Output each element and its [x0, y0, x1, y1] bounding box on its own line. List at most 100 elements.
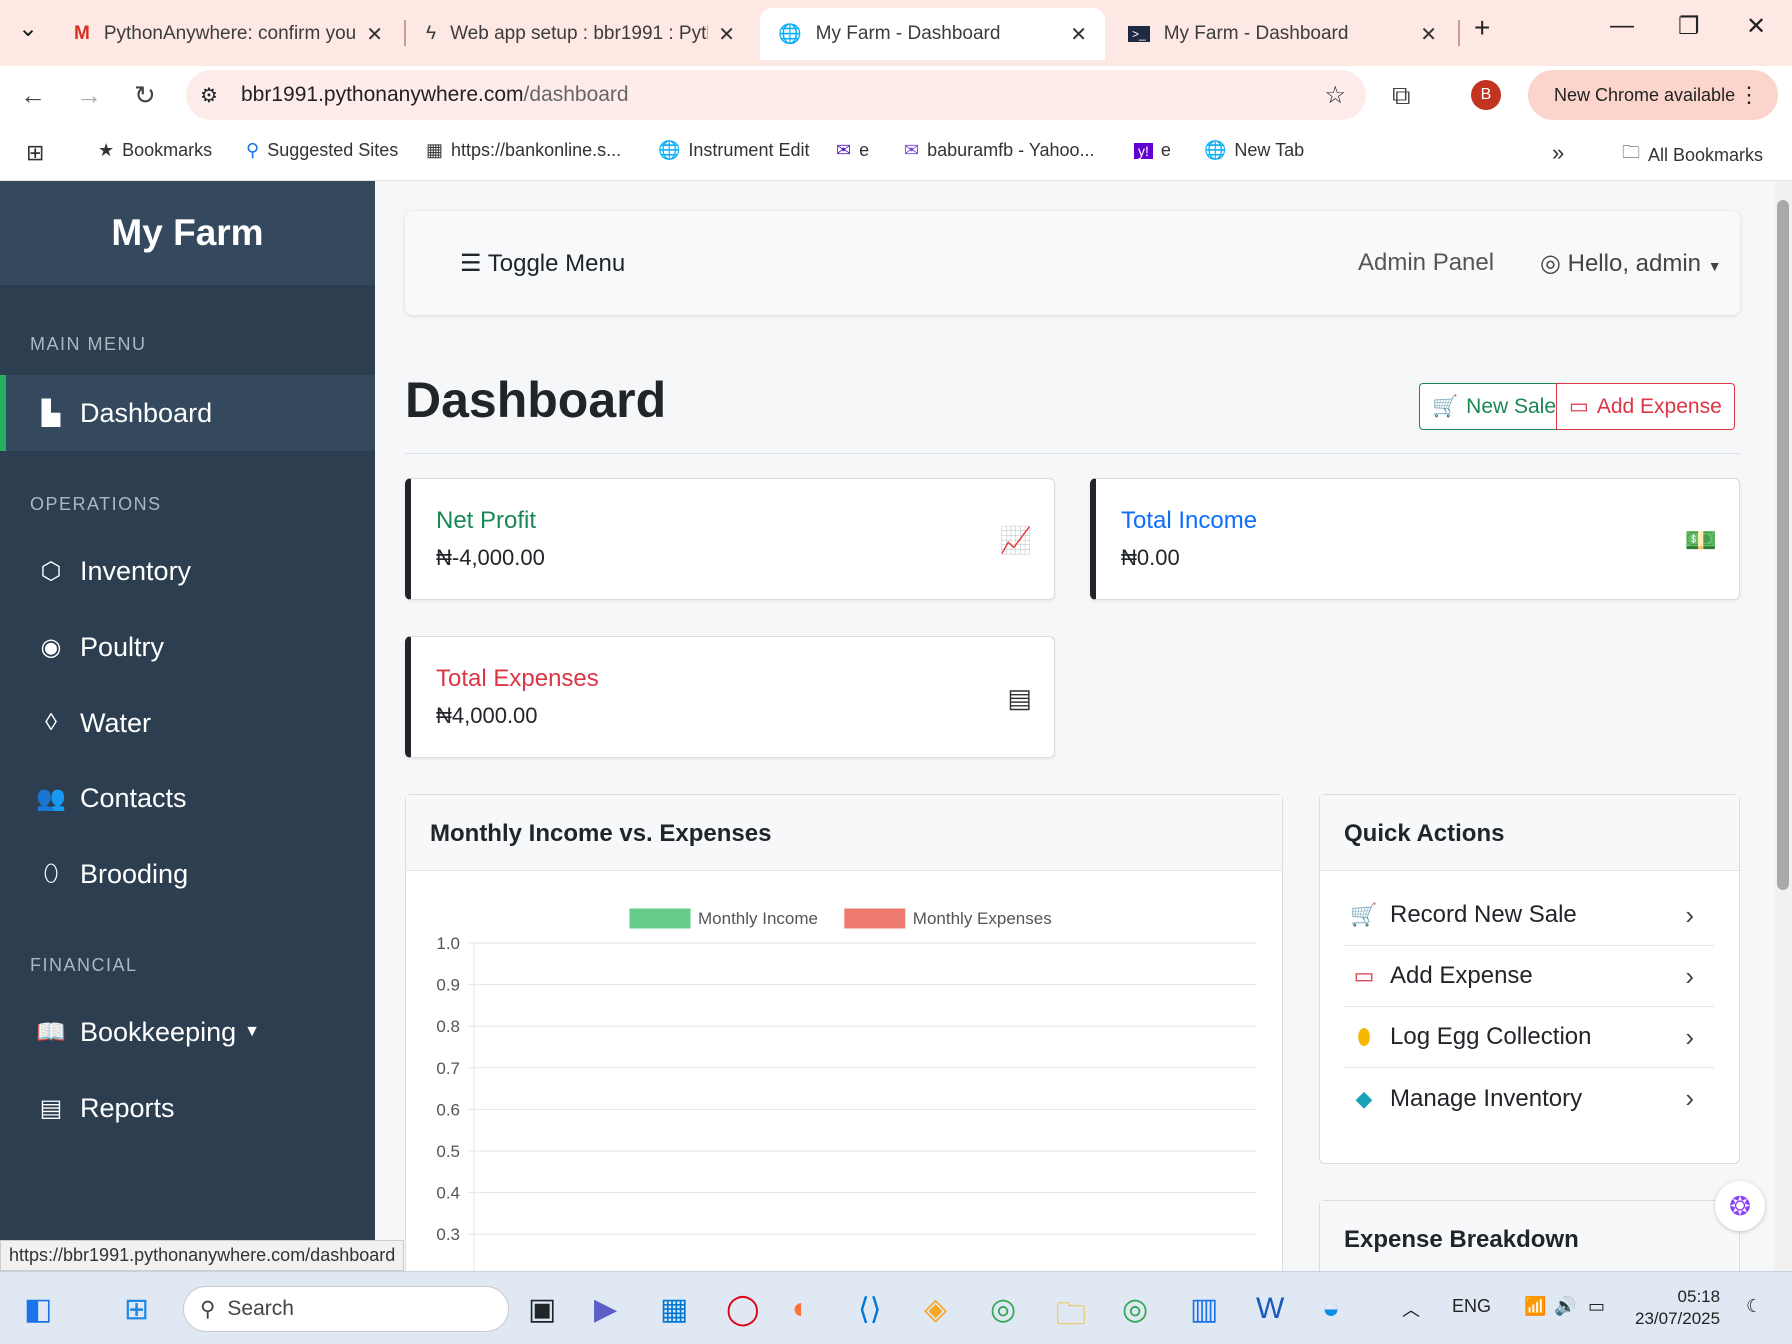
globe-icon: 🌐 [778, 24, 802, 45]
windows-start-icon[interactable]: ⊞ [124, 1292, 149, 1327]
bookmark-item[interactable]: ▦ https://bankonline.s... [426, 140, 621, 161]
dashboard-icon: ▙ [41, 399, 61, 427]
toggle-menu-button[interactable]: ☰ Toggle Menu [460, 249, 625, 278]
close-icon[interactable]: ✕ [366, 22, 383, 47]
close-icon[interactable]: ✕ [1420, 22, 1437, 47]
widgets-icon[interactable]: ◧ [24, 1292, 52, 1327]
search-icon: ⚲ [246, 140, 260, 160]
chrome-icon[interactable]: ◎ [990, 1292, 1016, 1327]
star-icon[interactable]: ☆ [1324, 81, 1346, 110]
firefox-icon[interactable]: ◐ [792, 1292, 810, 1326]
quick-action-add-expense[interactable]: ▭ Add Expense › [1344, 946, 1714, 1007]
omnibox[interactable]: ⚙ bbr1991.pythonanywhere.com/dashboard ☆ [186, 70, 1366, 120]
url-path: /dashboard [523, 83, 629, 106]
restore-icon[interactable]: ❐ [1678, 12, 1700, 41]
sidebar-item-water[interactable]: ◊ Water [0, 685, 375, 761]
sidebar-item-label: Contacts [80, 782, 187, 813]
sidebar-item-contacts[interactable]: 👥 Contacts [0, 760, 375, 836]
close-icon[interactable]: ✕ [718, 22, 735, 47]
back-icon[interactable]: ← [20, 80, 46, 111]
extensions-icon[interactable]: ⧉ [1392, 80, 1411, 112]
battery-icon[interactable]: ▭ [1588, 1296, 1605, 1317]
close-icon[interactable]: ✕ [1070, 22, 1087, 47]
site-info-icon[interactable]: ⚙ [200, 83, 218, 108]
bookmark-item[interactable]: ✉ e [836, 140, 869, 161]
expense-breakdown-panel: Expense Breakdown [1319, 1200, 1740, 1271]
url-text[interactable]: bbr1991.pythonanywhere.com/dashboard [241, 83, 629, 107]
more-bookmarks-icon[interactable]: » [1552, 140, 1564, 166]
user-greeting: Hello, admin [1567, 250, 1702, 277]
tab-search-icon[interactable]: ⌄ [18, 14, 38, 43]
all-bookmarks[interactable]: 🗀 All Bookmarks [1622, 140, 1763, 170]
sidebar-item-reports[interactable]: ▤ Reports [0, 1070, 375, 1146]
quick-action-record-new-sale[interactable]: 🛒 Record New Sale › [1344, 885, 1714, 946]
chrome-profile-icon[interactable]: ◎ [1122, 1292, 1148, 1327]
forward-icon[interactable]: → [76, 80, 102, 111]
user-dropdown[interactable]: ◎ Hello, admin ▼ [1540, 249, 1722, 278]
tab-my-farm-active[interactable]: 🌐 My Farm - Dashboard ✕ [760, 8, 1105, 60]
bookmark-label: baburamfb - Yahoo... [927, 140, 1095, 160]
show-hidden-icons[interactable]: ︿ [1402, 1296, 1420, 1322]
vscode-icon[interactable]: ⟨⟩ [858, 1292, 881, 1327]
brand-title[interactable]: My Farm [0, 181, 375, 285]
new-chrome-available-button[interactable]: New Chrome available ⋮ [1528, 70, 1778, 120]
taskbar-search[interactable]: ⚲ Search [183, 1286, 509, 1332]
total-income-card: Total Income ₦0.00 💵 [1090, 478, 1740, 600]
word-icon[interactable]: W [1256, 1292, 1284, 1326]
bookmark-item[interactable]: ✉ baburamfb - Yahoo... [904, 140, 1095, 161]
sidebar-item-poultry[interactable]: ◉ Poultry [0, 609, 375, 685]
tab-gmail[interactable]: M PythonAnywhere: confirm your ✕ [56, 8, 401, 60]
teams-icon[interactable]: ▶ [594, 1292, 617, 1327]
moon-icon[interactable]: ☾ [1746, 1296, 1762, 1317]
bookmark-item[interactable]: y! e [1134, 140, 1171, 161]
sidebar-item-brooding[interactable]: ⬯ Brooding [0, 836, 375, 912]
opera-icon[interactable]: ◯ [726, 1292, 760, 1327]
quick-action-label: Log Egg Collection [1390, 1023, 1592, 1050]
bookmark-item[interactable]: 🌐 New Tab [1204, 140, 1304, 161]
add-expense-button[interactable]: ▭ Add Expense [1556, 383, 1735, 430]
bookmark-item[interactable]: 🌐 Instrument Edit [658, 140, 809, 161]
card-label: Total Income [1121, 507, 1258, 534]
minimize-icon[interactable]: — [1610, 12, 1634, 40]
mail-icon: ✉ [836, 140, 852, 160]
quick-action-manage-inventory[interactable]: ◆ Manage Inventory › [1344, 1068, 1714, 1129]
page-title: Dashboard [405, 372, 667, 428]
egg-fried-icon: ◉ [40, 633, 62, 661]
chart-panel: Monthly Income vs. Expenses Monthly Inco… [405, 794, 1283, 1271]
quick-action-log-egg-collection[interactable]: ⬮ Log Egg Collection › [1344, 1007, 1714, 1068]
search-label: Search [227, 1297, 294, 1320]
volume-icon[interactable]: 🔊 [1554, 1296, 1576, 1317]
new-tab-icon[interactable]: + [1474, 12, 1490, 44]
y-tick-label: 0.5 [436, 1142, 460, 1161]
brave-icon[interactable]: ◈ [924, 1292, 947, 1327]
admin-panel-link[interactable]: Admin Panel [1358, 249, 1494, 277]
system-clock[interactable]: 05:18 23/07/2025 [1635, 1286, 1720, 1330]
scrollbar-thumb[interactable] [1777, 200, 1789, 890]
yahoo-icon: y! [1134, 142, 1153, 159]
wifi-icon[interactable]: 📶 [1524, 1296, 1546, 1317]
sidebar-item-dashboard[interactable]: ▙ Dashboard [0, 375, 375, 451]
edge-icon[interactable]: ◒ [1322, 1292, 1340, 1326]
sidebar-item-label: Inventory [80, 555, 192, 586]
kebab-menu-icon[interactable]: ⋮ [1738, 82, 1760, 108]
task-view-icon[interactable]: ▣ [528, 1292, 556, 1327]
sidebar-item-bookkeeping[interactable]: 📖 Bookkeeping ▼ [0, 994, 375, 1070]
window-close-icon[interactable]: ✕ [1746, 12, 1766, 41]
tab-pythonanywhere[interactable]: ϟ Web app setup : bbr1991 : Pyth ✕ [408, 8, 753, 60]
profile-avatar[interactable]: B [1471, 80, 1501, 110]
sidebar-item-inventory[interactable]: ⬡ Inventory [0, 533, 375, 609]
bookmark-item[interactable]: ⚲ Suggested Sites [246, 140, 398, 161]
notepad-icon[interactable]: ▥ [1190, 1292, 1218, 1327]
assistant-brain-icon[interactable]: ❂ [1715, 1181, 1765, 1231]
language-indicator[interactable]: ENG [1452, 1296, 1491, 1317]
bookmark-item[interactable]: ★ Bookmarks [98, 140, 212, 161]
tab-my-farm[interactable]: >_ My Farm - Dashboard ✕ [1110, 8, 1455, 60]
chevron-right-icon: › [1685, 899, 1694, 930]
wallet-icon: ▭ [1353, 963, 1375, 988]
income-expense-chart: Monthly Income Monthly Expenses 1.0 0.9 0.8 0… [436, 908, 1256, 1271]
new-sale-button[interactable]: 🛒 New Sale [1419, 383, 1570, 430]
apps-grid-icon[interactable]: ⊞ [26, 140, 44, 166]
file-explorer-icon[interactable]: 🗀 [1056, 1292, 1086, 1343]
store-icon[interactable]: ▦ [660, 1292, 688, 1327]
reload-icon[interactable]: ↻ [134, 80, 156, 111]
